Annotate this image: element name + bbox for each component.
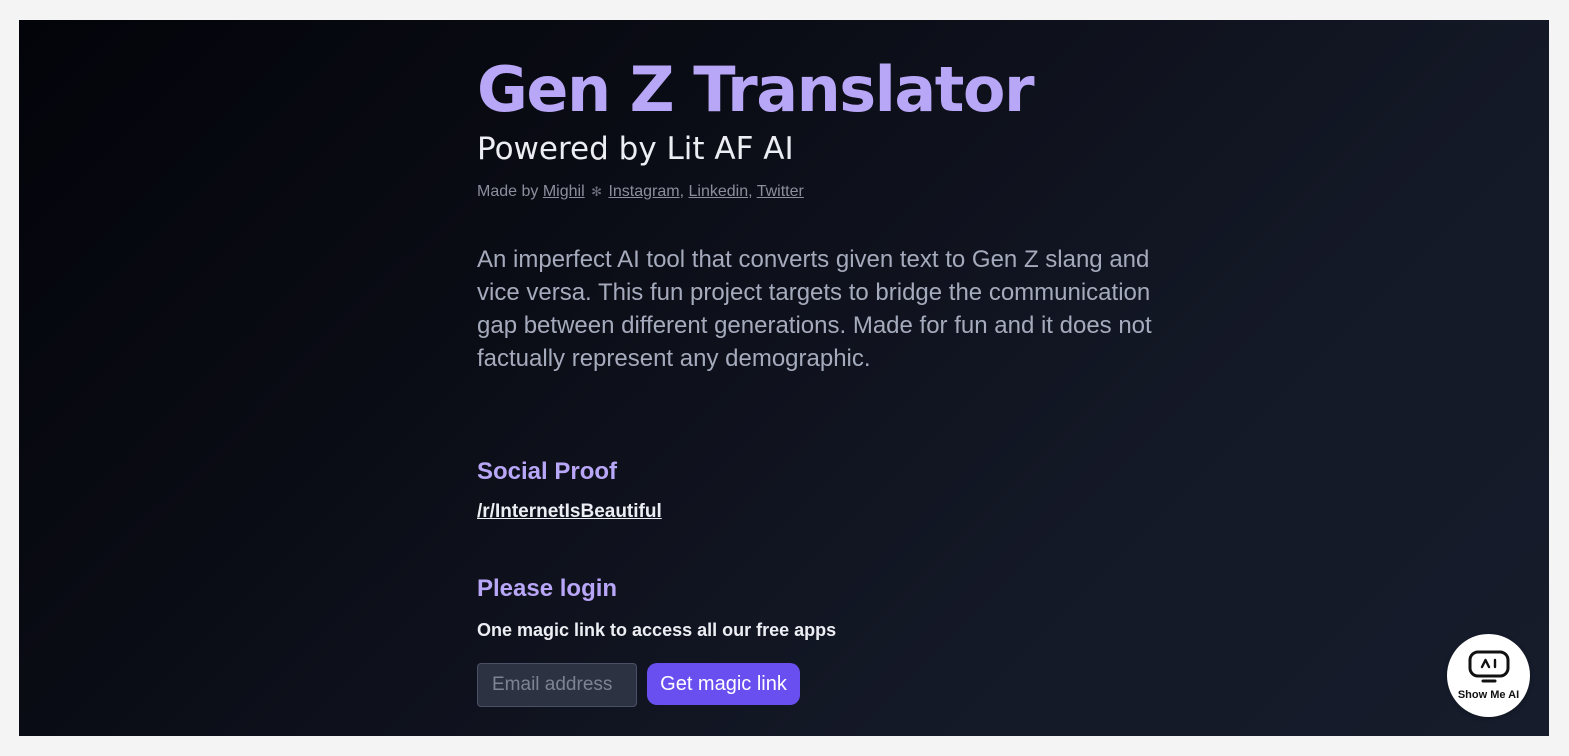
email-input[interactable] bbox=[477, 663, 637, 707]
app-description: An imperfect AI tool that converts given… bbox=[477, 246, 1152, 372]
page-subtitle: Powered by Lit AF AI bbox=[477, 131, 794, 167]
byline-comma: , bbox=[679, 183, 685, 200]
byline: Made by Mighil ✻ Instagram, Linkedin, Tw… bbox=[477, 182, 804, 202]
robot-face-icon bbox=[1468, 650, 1510, 683]
app-page: Gen Z Translator Powered by Lit AF AI Ma… bbox=[19, 20, 1549, 736]
linkedin-link[interactable]: Linkedin bbox=[688, 183, 748, 200]
get-magic-link-button[interactable]: Get magic link bbox=[647, 663, 800, 705]
instagram-link[interactable]: Instagram bbox=[608, 183, 679, 200]
twitter-link[interactable]: Twitter bbox=[757, 183, 804, 200]
social-proof-link[interactable]: /r/InternetIsBeautiful bbox=[477, 500, 662, 524]
login-heading: Please login bbox=[477, 575, 618, 602]
show-me-ai-badge[interactable]: Show Me AI bbox=[1447, 634, 1530, 717]
author-link[interactable]: Mighil bbox=[543, 183, 585, 200]
separator-icon: ✻ bbox=[591, 184, 602, 199]
badge-label: Show Me AI bbox=[1457, 689, 1520, 701]
byline-prefix: Made by bbox=[477, 183, 539, 200]
byline-comma: , bbox=[748, 183, 753, 200]
login-subtitle: One magic link to access all our free ap… bbox=[477, 620, 837, 640]
page-title: Gen Z Translator bbox=[477, 53, 1035, 126]
social-proof-heading: Social Proof bbox=[477, 458, 618, 485]
